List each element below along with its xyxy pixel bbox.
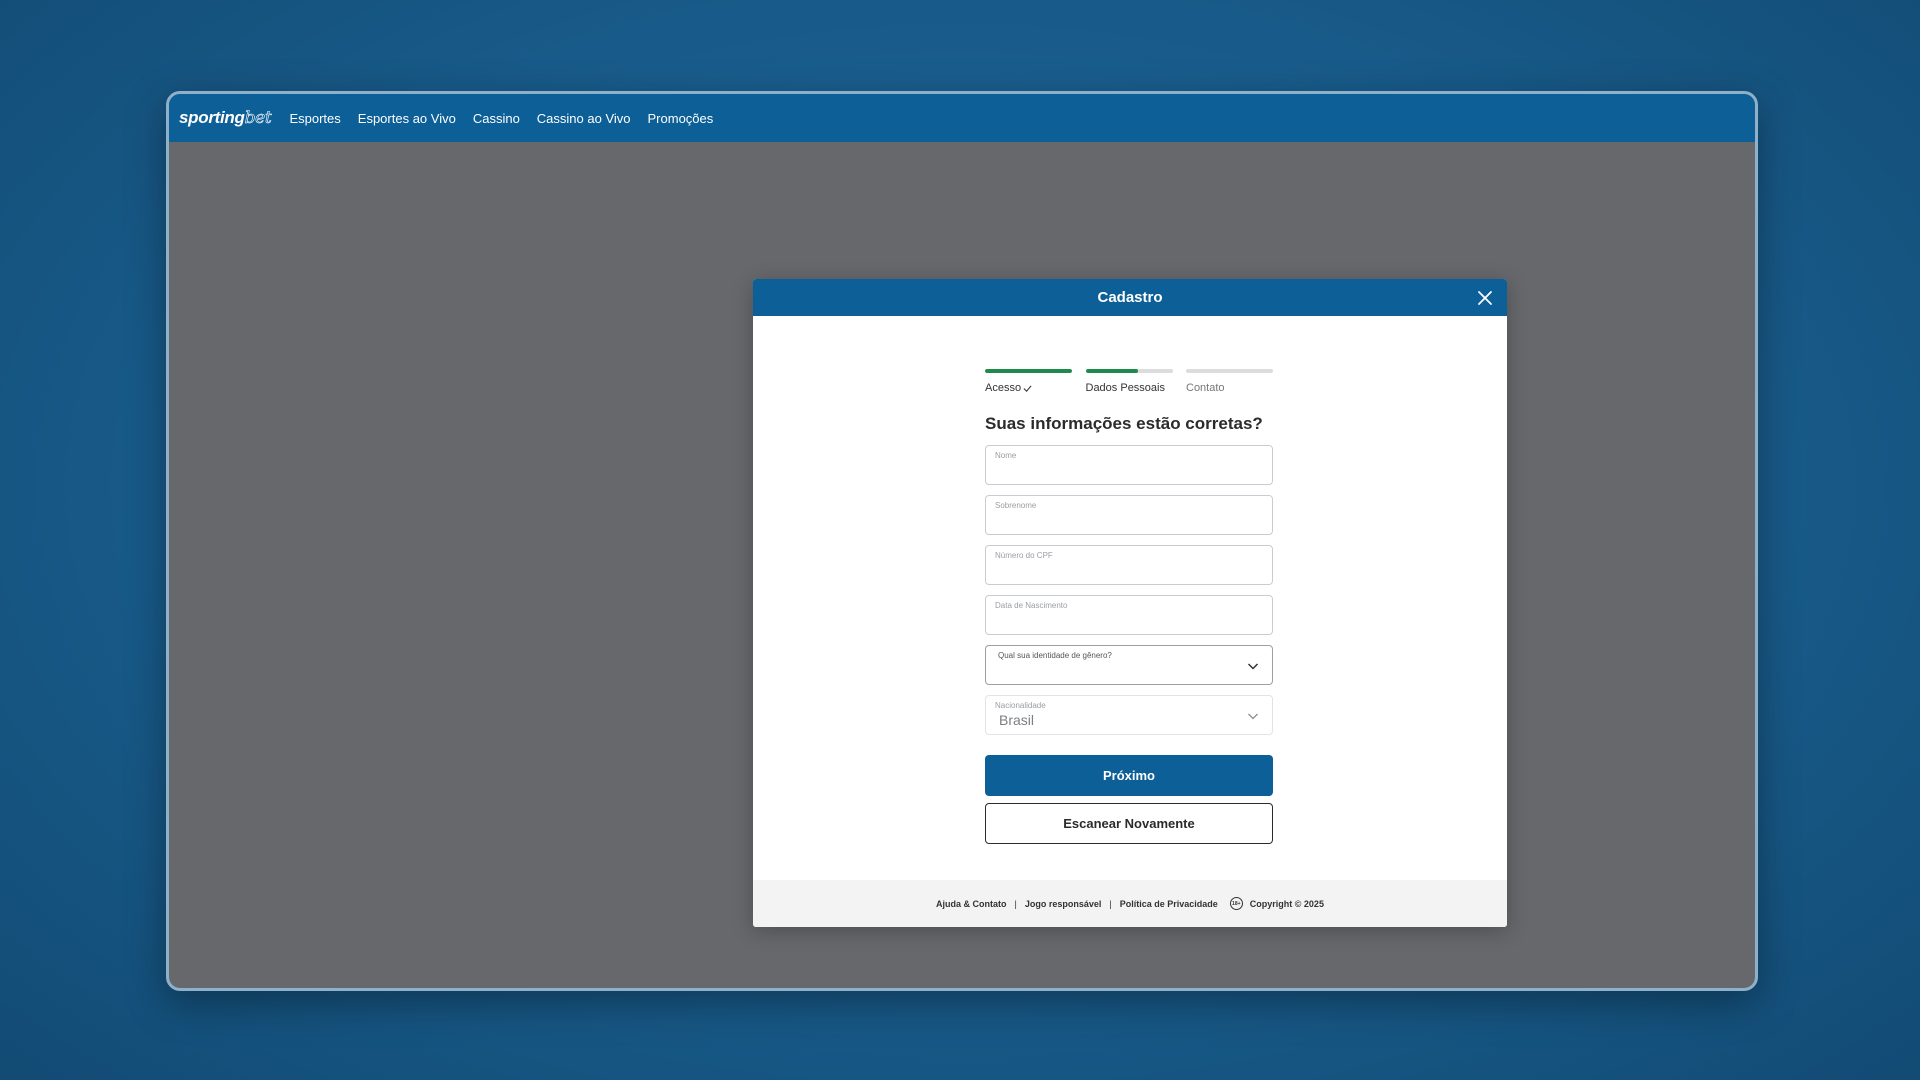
step-bar-contato — [1186, 369, 1273, 373]
close-icon[interactable] — [1475, 288, 1495, 308]
gender-select[interactable]: Qual sua identidade de gênero? — [985, 645, 1273, 685]
progress-steps: Acesso Dados Pessoais Contato — [985, 369, 1273, 394]
modal-footer: Ajuda & Contato | Jogo responsável | Pol… — [753, 880, 1507, 927]
copyright-text: Copyright © 2025 — [1249, 898, 1324, 909]
step-label-dados-pessoais: Dados Pessoais — [1085, 382, 1166, 394]
browser-frame: sportingbet Esportes Esportes ao Vivo Ca… — [166, 91, 1758, 991]
step-dados-pessoais: Dados Pessoais — [1085, 369, 1173, 394]
chevron-down-icon[interactable] — [1247, 710, 1259, 722]
scan-again-button[interactable]: Escanear Novamente — [985, 803, 1273, 844]
step-bar-dados-pessoais — [1085, 369, 1173, 373]
responsible-gaming-link[interactable]: Jogo responsável — [1025, 899, 1102, 909]
step-fill — [1085, 369, 1138, 373]
cpf-label: Número do CPF — [995, 551, 1053, 560]
help-contact-link[interactable]: Ajuda & Contato — [936, 899, 1007, 909]
modal-title: Cadastro — [1097, 289, 1163, 306]
birthdate-field[interactable]: Data de Nascimento — [985, 595, 1273, 635]
nome-field[interactable]: Nome — [985, 445, 1273, 485]
step-acesso: Acesso — [985, 369, 1072, 394]
logo-text-bet: bet — [244, 108, 272, 129]
modal-header: Cadastro — [753, 279, 1507, 316]
chevron-down-icon[interactable] — [1247, 660, 1259, 672]
step-fill — [985, 369, 1072, 373]
step-label-acesso: Acesso — [985, 382, 1072, 394]
footer-separator: | — [1014, 898, 1017, 909]
nav-item-cassino[interactable]: Cassino — [473, 111, 520, 126]
sportingbet-logo[interactable]: sportingbet — [179, 108, 272, 129]
sobrenome-label: Sobrenome — [995, 501, 1037, 510]
age-18-icon: 18+ — [1229, 897, 1243, 910]
nav-item-esportes[interactable]: Esportes — [289, 111, 340, 126]
nav-item-esportes-ao-vivo[interactable]: Esportes ao Vivo — [358, 111, 456, 126]
top-nav-bar: sportingbet Esportes Esportes ao Vivo Ca… — [169, 94, 1755, 142]
step-bar-acesso — [985, 369, 1072, 373]
nav-item-promocoes[interactable]: Promoções — [648, 111, 714, 126]
birthdate-label: Data de Nascimento — [995, 601, 1068, 610]
next-button[interactable]: Próximo — [985, 755, 1273, 796]
privacy-policy-link[interactable]: Política de Privacidade — [1120, 899, 1218, 909]
nationality-select[interactable]: Nacionalidade Brasil — [985, 695, 1273, 735]
registration-modal: Cadastro Acesso Dados Pessoais Contato S… — [753, 279, 1507, 927]
step-contato: Contato — [1186, 369, 1273, 394]
logo-text-sporting: sporting — [179, 108, 245, 127]
nav-item-cassino-ao-vivo[interactable]: Cassino ao Vivo — [537, 111, 631, 126]
nationality-label: Nacionalidade — [995, 701, 1046, 710]
checkmark-icon — [1023, 385, 1032, 392]
nationality-value: Brasil — [999, 712, 1035, 728]
gender-label: Qual sua identidade de gênero? — [998, 651, 1112, 660]
form-question: Suas informações estão corretas? — [985, 414, 1263, 433]
step-label-contato: Contato — [1186, 382, 1225, 394]
footer-separator: | — [1109, 898, 1112, 909]
sobrenome-field[interactable]: Sobrenome — [985, 495, 1273, 535]
nome-label: Nome — [995, 451, 1017, 460]
registration-form: Acesso Dados Pessoais Contato Suas infor… — [985, 369, 1273, 844]
cpf-field[interactable]: Número do CPF — [985, 545, 1273, 585]
